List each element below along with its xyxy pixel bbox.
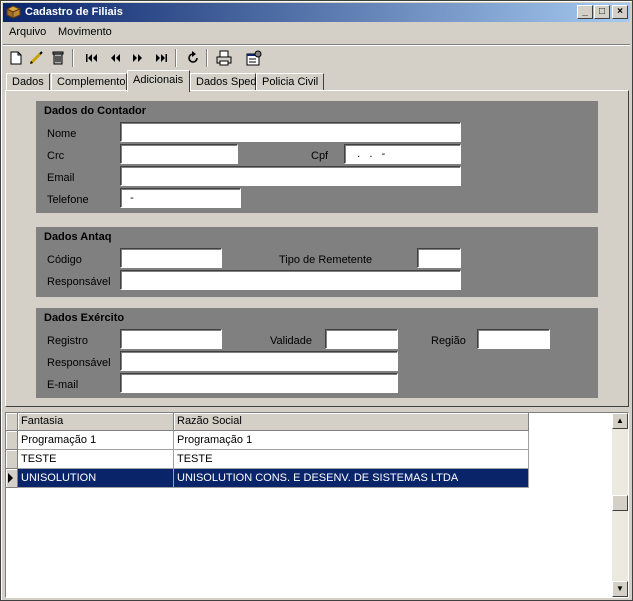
group-title: Dados Antaq <box>44 231 112 243</box>
menu-arquivo[interactable]: Arquivo <box>9 26 46 38</box>
tab-dados[interactable]: Dados <box>6 73 50 91</box>
contador-nome-field[interactable] <box>120 122 461 142</box>
exercito-registro-field[interactable] <box>120 329 222 349</box>
tab-panel-adicionais: Dados do Contador Nome Crc Cpf . . - Ema… <box>5 90 629 407</box>
column-header-razao-social[interactable]: Razão Social <box>174 413 529 431</box>
nome-label: Nome <box>47 128 77 140</box>
codigo-label: Código <box>47 254 82 266</box>
tab-complemento[interactable]: Complemento <box>51 73 127 91</box>
contador-email-field[interactable] <box>120 166 461 186</box>
exercito-validade-field[interactable] <box>325 329 398 349</box>
toolbar-separator <box>175 49 177 67</box>
vertical-scrollbar[interactable]: ▲ ▼ <box>612 413 628 597</box>
tipo-remetente-label: Tipo de Remetente <box>279 254 373 266</box>
scroll-down-button[interactable]: ▼ <box>612 581 628 597</box>
maximize-button[interactable]: □ <box>594 5 610 19</box>
antaq-tipo-remetente-field[interactable] <box>417 248 461 268</box>
group-dados-contador: Dados do Contador Nome Crc Cpf . . - Ema… <box>36 101 598 213</box>
cpf-label: Cpf <box>311 150 329 162</box>
contador-crc-field[interactable] <box>120 144 238 164</box>
edit-icon[interactable] <box>27 49 45 67</box>
column-header-fantasia[interactable]: Fantasia <box>18 413 174 431</box>
title-bar[interactable]: Cadastro de Filiais _ □ × <box>3 3 630 22</box>
menu-bar: Arquivo Movimento <box>3 23 630 42</box>
properties-icon[interactable] <box>245 49 263 67</box>
table-cell-fantasia-selected[interactable]: UNISOLUTION <box>18 469 174 488</box>
group-dados-antaq: Dados Antaq Código Tipo de Remetente Res… <box>36 227 598 297</box>
tab-adicionais[interactable]: Adicionais <box>127 70 190 92</box>
tab-strip: Dados Complemento Adicionais Dados Sped … <box>6 70 626 92</box>
current-row-indicator[interactable] <box>6 469 18 488</box>
regiao-label: Região <box>431 335 466 347</box>
row-indicator[interactable] <box>6 431 18 450</box>
telefone-label: Telefone <box>47 194 89 206</box>
tab-policia-civil[interactable]: Policia Civil <box>256 73 324 91</box>
grid-corner <box>6 413 18 431</box>
exercito-responsavel-field[interactable] <box>120 351 398 371</box>
delete-icon[interactable] <box>49 49 67 67</box>
table-cell-fantasia[interactable]: TESTE <box>18 450 174 469</box>
scroll-thumb[interactable] <box>612 495 628 511</box>
close-button[interactable]: × <box>612 5 628 19</box>
group-title: Dados do Contador <box>44 105 147 117</box>
email-label: Email <box>47 172 75 184</box>
toolbar-separator <box>206 49 208 67</box>
row-indicator[interactable] <box>6 450 18 469</box>
refresh-icon[interactable] <box>184 49 202 67</box>
table-cell-razao-social[interactable]: Programação 1 <box>174 431 529 450</box>
group-dados-exercito: Dados Exército Registro Validade Região … <box>36 308 598 398</box>
new-icon[interactable] <box>7 49 25 67</box>
toolbar-separator <box>72 49 74 67</box>
first-record-icon[interactable] <box>83 49 101 67</box>
antaq-codigo-field[interactable] <box>120 248 222 268</box>
exercito-regiao-field[interactable] <box>477 329 550 349</box>
validade-label: Validade <box>270 335 312 347</box>
contador-telefone-field[interactable]: - <box>120 188 241 208</box>
responsavel-label: Responsável <box>47 276 111 288</box>
main-window: Cadastro de Filiais _ □ × Arquivo Movime… <box>0 0 633 601</box>
minimize-button[interactable]: _ <box>577 5 593 19</box>
row-pointer-icon <box>8 473 13 483</box>
responsavel-label: Responsável <box>47 357 111 369</box>
next-record-icon[interactable] <box>129 49 147 67</box>
group-title: Dados Exército <box>44 312 125 324</box>
table-cell-razao-social[interactable]: TESTE <box>174 450 529 469</box>
last-record-icon[interactable] <box>152 49 170 67</box>
antaq-responsavel-field[interactable] <box>120 270 461 290</box>
toolbar <box>3 44 630 70</box>
scroll-up-button[interactable]: ▲ <box>612 413 628 429</box>
menu-movimento[interactable]: Movimento <box>58 26 112 38</box>
table-cell-fantasia[interactable]: Programação 1 <box>18 431 174 450</box>
previous-record-icon[interactable] <box>106 49 124 67</box>
print-icon[interactable] <box>215 49 233 67</box>
exercito-email-field[interactable] <box>120 373 398 393</box>
app-icon <box>6 5 21 19</box>
contador-cpf-field[interactable]: . . - <box>344 144 461 164</box>
filiais-grid[interactable]: Fantasia Razão Social Programação 1 Prog… <box>5 412 629 598</box>
email-label: E-mail <box>47 379 79 391</box>
table-cell-razao-social-selected[interactable]: UNISOLUTION CONS. E DESENV. DE SISTEMAS … <box>174 469 529 488</box>
tab-dados-sped[interactable]: Dados Sped <box>190 73 257 91</box>
crc-label: Crc <box>47 150 65 162</box>
registro-label: Registro <box>47 335 88 347</box>
window-title: Cadastro de Filiais <box>25 6 123 18</box>
